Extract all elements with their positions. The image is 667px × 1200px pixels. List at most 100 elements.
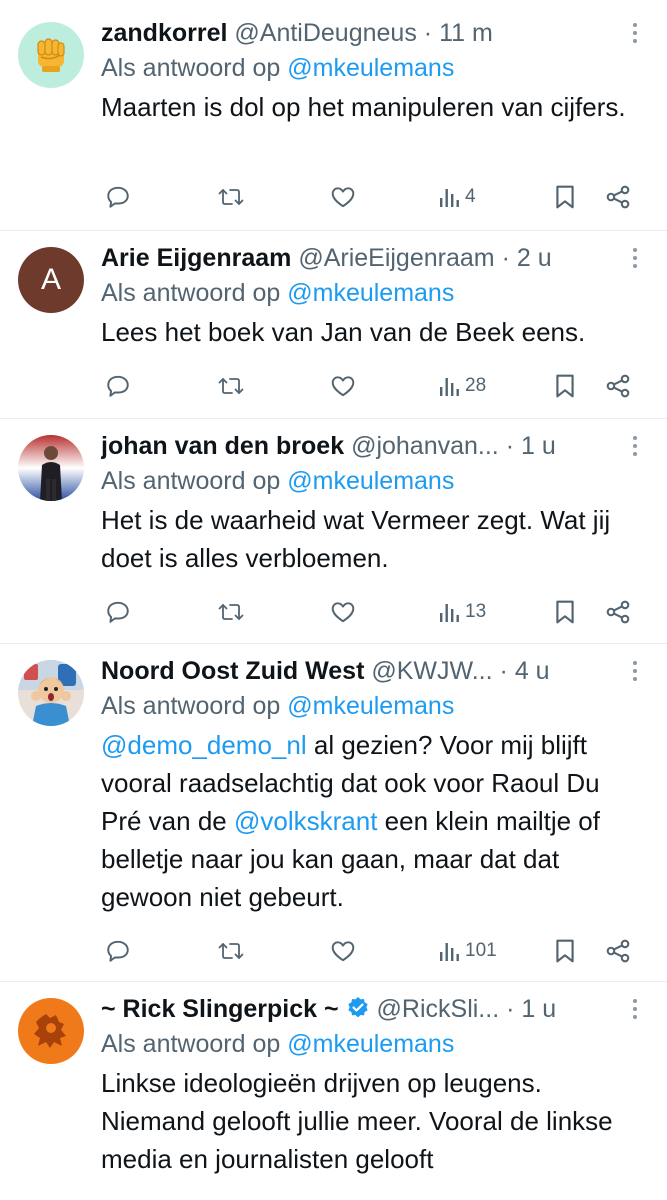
- timestamp[interactable]: 4 u: [515, 657, 550, 685]
- more-options-icon[interactable]: [623, 992, 647, 1026]
- timestamp[interactable]: 1 u: [521, 995, 556, 1023]
- reply-context: Als antwoord op @mkeulemans: [101, 1026, 647, 1062]
- share-button[interactable]: [605, 592, 631, 632]
- like-button[interactable]: [330, 592, 356, 632]
- heart-icon: [330, 373, 356, 399]
- more-options-icon[interactable]: [623, 429, 647, 463]
- user-handle[interactable]: @ArieEijgenraam: [298, 244, 494, 272]
- repost-button[interactable]: [217, 931, 245, 971]
- tweet-actions: 28: [101, 366, 641, 406]
- avatar[interactable]: [18, 435, 84, 501]
- share-button[interactable]: [605, 177, 631, 217]
- views-button[interactable]: 28: [439, 366, 486, 406]
- display-name[interactable]: Arie Eijgenraam: [101, 244, 291, 272]
- tweet-text: Maarten is dol op het manipuleren van ci…: [101, 92, 626, 122]
- bookmark-button[interactable]: [553, 366, 577, 406]
- timestamp[interactable]: 11 m: [439, 19, 493, 47]
- bookmark-button[interactable]: [553, 931, 577, 971]
- repost-icon: [217, 373, 245, 399]
- bookmark-button[interactable]: [553, 592, 577, 632]
- tweet[interactable]: A Arie Eijgenraam @ArieEijgenraam · 2 u …: [0, 231, 667, 419]
- repost-button[interactable]: [217, 366, 245, 406]
- reply-context: Als antwoord op @mkeulemans: [101, 463, 647, 499]
- tweet[interactable]: Noord Oost Zuid West @KWJW... · 4 u Als …: [0, 644, 667, 982]
- reply-to-mention[interactable]: @mkeulemans: [287, 692, 454, 720]
- like-button[interactable]: [330, 177, 356, 217]
- separator-dot: ·: [505, 432, 515, 460]
- tweet[interactable]: ~ Rick Slingerpick ~ @RickSli... · 1 u A…: [0, 982, 667, 1200]
- reply-to-mention[interactable]: @mkeulemans: [287, 1030, 454, 1058]
- separator-dot: ·: [423, 19, 433, 47]
- share-button[interactable]: [605, 931, 631, 971]
- views-icon: [439, 601, 461, 623]
- share-icon: [605, 373, 631, 399]
- reply-button[interactable]: [105, 366, 131, 406]
- text-mention[interactable]: @demo_demo_nl: [101, 730, 307, 760]
- display-name[interactable]: ~ Rick Slingerpick ~: [101, 995, 339, 1023]
- reply-icon: [105, 373, 131, 399]
- reply-context: Als antwoord op @mkeulemans: [101, 275, 647, 311]
- tweet-header: johan van den broek @johanvan... · 1 u: [101, 429, 647, 463]
- separator-dot: ·: [506, 995, 515, 1023]
- reply-button[interactable]: [105, 177, 131, 217]
- bookmark-button[interactable]: [553, 177, 577, 217]
- tweet[interactable]: johan van den broek @johanvan... · 1 u A…: [0, 419, 667, 644]
- more-options-icon[interactable]: [623, 654, 647, 688]
- heart-icon: [330, 599, 356, 625]
- reply-icon: [105, 184, 131, 210]
- user-handle[interactable]: @KWJW...: [371, 657, 492, 685]
- views-count: 13: [465, 601, 487, 622]
- reply-button[interactable]: [105, 592, 131, 632]
- display-name[interactable]: Noord Oost Zuid West: [101, 657, 364, 685]
- timestamp[interactable]: 2 u: [517, 244, 552, 272]
- views-count: 101: [465, 940, 497, 961]
- like-button[interactable]: [330, 366, 356, 406]
- bookmark-icon: [553, 373, 577, 399]
- tweet[interactable]: zandkorrel @AntiDeugneus · 11 m Als antw…: [0, 0, 667, 231]
- avatar[interactable]: [18, 660, 84, 726]
- reply-to-mention[interactable]: @mkeulemans: [287, 279, 454, 307]
- reply-to-mention[interactable]: @mkeulemans: [287, 467, 454, 495]
- more-options-icon[interactable]: [623, 16, 647, 50]
- tweet-header: ~ Rick Slingerpick ~ @RickSli... · 1 u: [101, 992, 647, 1026]
- reply-context: Als antwoord op @mkeulemans: [101, 688, 647, 724]
- reply-to-mention[interactable]: @mkeulemans: [287, 54, 454, 82]
- reply-prefix: Als antwoord op: [101, 1030, 281, 1058]
- more-options-icon[interactable]: [623, 241, 647, 275]
- tweet-actions: 13: [101, 592, 641, 632]
- reply-prefix: Als antwoord op: [101, 54, 281, 82]
- reply-button[interactable]: [105, 931, 131, 971]
- like-button[interactable]: [330, 931, 356, 971]
- reply-prefix: Als antwoord op: [101, 279, 281, 307]
- bookmark-icon: [553, 599, 577, 625]
- views-icon: [439, 375, 461, 397]
- separator-dot: ·: [501, 244, 510, 272]
- share-button[interactable]: [605, 366, 631, 406]
- avatar[interactable]: [18, 22, 84, 88]
- views-button[interactable]: 101: [439, 931, 497, 971]
- raised-fist-icon: [37, 38, 65, 72]
- views-button[interactable]: 4: [439, 177, 476, 217]
- heart-icon: [330, 184, 356, 210]
- text-mention[interactable]: @volkskrant: [234, 806, 377, 836]
- person-photo-icon: [40, 446, 62, 501]
- user-handle[interactable]: @AntiDeugneus: [234, 19, 416, 47]
- share-icon: [605, 599, 631, 625]
- user-handle[interactable]: @johanvan...: [351, 432, 499, 460]
- views-icon: [439, 186, 461, 208]
- timestamp[interactable]: 1 u: [521, 432, 556, 460]
- reply-context: Als antwoord op @mkeulemans: [101, 50, 647, 86]
- bookmark-icon: [553, 184, 577, 210]
- display-name[interactable]: johan van den broek: [101, 432, 344, 460]
- tweet-text: Het is de waarheid wat Vermeer zegt. Wat…: [101, 505, 611, 573]
- views-icon: [439, 940, 461, 962]
- avatar[interactable]: [18, 998, 84, 1064]
- display-name[interactable]: zandkorrel: [101, 19, 227, 47]
- dutch-lion-icon: [34, 1014, 66, 1048]
- views-button[interactable]: 13: [439, 592, 486, 632]
- repost-button[interactable]: [217, 177, 245, 217]
- user-handle[interactable]: @RickSli...: [377, 995, 500, 1023]
- repost-button[interactable]: [217, 592, 245, 632]
- avatar[interactable]: A: [18, 247, 84, 313]
- verified-badge-icon: [347, 997, 368, 1018]
